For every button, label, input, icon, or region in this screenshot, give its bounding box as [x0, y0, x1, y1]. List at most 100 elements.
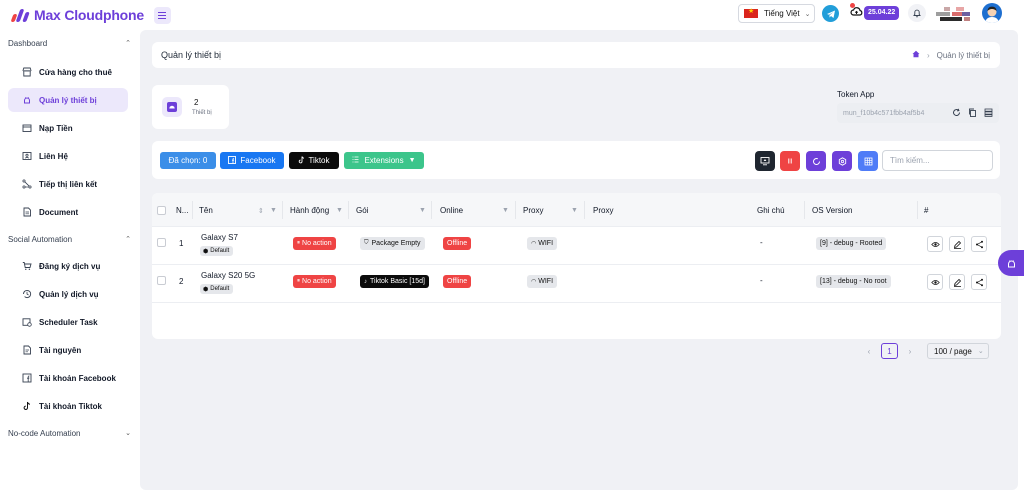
cloud-sync-icon[interactable] [850, 6, 863, 19]
select-all-checkbox[interactable] [157, 206, 166, 215]
col-proxy-type[interactable]: Proxy [523, 206, 543, 215]
sidebar-item-store[interactable]: Cửa hàng cho thuê [8, 60, 128, 84]
col-proxy[interactable]: Proxy [593, 206, 613, 215]
sidebar-item-affiliate[interactable]: Tiếp thị liên kết [8, 172, 128, 196]
edit-button[interactable] [949, 236, 965, 252]
group-tag-label: Default [210, 286, 230, 292]
grid-view-button[interactable] [858, 151, 878, 171]
facebook-button[interactable]: Facebook [220, 152, 284, 169]
sidebar-item-scheduler[interactable]: Scheduler Task [8, 310, 128, 334]
filter-icon[interactable]: ▼ [336, 207, 343, 214]
hamburger-icon [158, 14, 167, 16]
tiktok-icon: ♪ [364, 278, 367, 285]
edit-button[interactable] [949, 274, 965, 290]
sidebar-item-resources[interactable]: Tài nguyên [8, 338, 128, 362]
logo[interactable]: Max Cloudphone [10, 7, 144, 23]
selected-count-button[interactable]: Đã chọn: 0 [160, 152, 216, 169]
stop-button[interactable] [780, 151, 800, 171]
page-1-button[interactable]: 1 [881, 343, 898, 359]
action-status-label: No action [302, 240, 332, 247]
pencil-icon [953, 240, 961, 249]
sidebar-item-register-service[interactable]: Đăng ký dịch vụ [8, 254, 128, 278]
online-status-badge: Offline [443, 237, 472, 250]
page-header: Quản lý thiết bị › Quản lý thiết bị [152, 42, 1000, 68]
filter-icon[interactable]: ▼ [502, 207, 509, 214]
language-select[interactable]: Tiếng Việt ⌄ [738, 4, 815, 23]
col-package[interactable]: Gói [356, 206, 368, 215]
sidebar-item-topup[interactable]: Nạp Tiền [8, 116, 128, 140]
view-button[interactable] [927, 274, 943, 290]
floating-device-button[interactable] [998, 250, 1024, 276]
telegram-button[interactable] [822, 5, 839, 22]
online-status-label: Offline [447, 278, 468, 285]
os-version-badge: [13] - debug - No root [816, 275, 891, 288]
tiktok-button[interactable]: Tiktok [289, 152, 339, 169]
chevron-down-icon: ⌄ [804, 10, 811, 18]
filter-icon[interactable]: ▼ [270, 207, 277, 214]
wifi-icon: ◠ [531, 241, 537, 247]
row-checkbox[interactable] [157, 276, 166, 285]
main-content: Quản lý thiết bị › Quản lý thiết bị 2 Th… [140, 30, 1018, 490]
copy-icon[interactable] [968, 108, 977, 119]
chevron-up-icon: ⌃ [125, 236, 131, 243]
device-name[interactable]: Galaxy S7 [201, 233, 238, 242]
sidebar-item-manage-service[interactable]: Quản lý dịch vụ [8, 282, 128, 306]
page-title: Quản lý thiết bị [161, 50, 222, 60]
facebook-icon [22, 373, 32, 383]
col-online[interactable]: Online [440, 206, 463, 215]
filter-icon[interactable]: ▼ [419, 207, 426, 214]
user-identicon[interactable] [936, 7, 972, 21]
sidebar-item-facebook-accounts[interactable]: Tài khoản Facebook [8, 366, 128, 390]
sort-icon[interactable]: ⇕ [258, 207, 264, 215]
view-button[interactable] [927, 236, 943, 252]
table-row[interactable]: 1 Galaxy S7 ⬢ Default ⏸ No action ⛉ Pack… [152, 227, 1001, 265]
prev-page-button[interactable]: ‹ [862, 343, 876, 359]
share-button[interactable] [971, 236, 987, 252]
settings-button[interactable] [832, 151, 852, 171]
search-input[interactable] [882, 150, 993, 171]
reload-button[interactable] [806, 151, 826, 171]
col-no[interactable]: N... [176, 206, 188, 215]
sidebar-item-contact[interactable]: Liên Hệ [8, 144, 128, 168]
refresh-icon[interactable] [952, 108, 961, 119]
col-actions: # [924, 206, 929, 215]
share-button[interactable] [971, 274, 987, 290]
table-row[interactable]: 2 Galaxy S20 5G ⬢ Default ⏸ No action ♪ … [152, 265, 1001, 303]
device-name[interactable]: Galaxy S20 5G [201, 271, 255, 280]
wallet-icon [22, 123, 32, 133]
row-checkbox[interactable] [157, 238, 166, 247]
proxy-label: WIFI [538, 278, 554, 285]
os-version-label: [13] - debug - No root [820, 278, 887, 285]
filter-icon[interactable]: ▼ [571, 207, 578, 214]
home-icon[interactable] [912, 50, 920, 60]
chevron-down-icon: ⌄ [125, 430, 131, 437]
avatar[interactable] [982, 3, 1002, 23]
next-page-button[interactable]: › [903, 343, 917, 359]
col-os-version[interactable]: OS Version [812, 206, 852, 215]
screen-mirror-button[interactable] [755, 151, 775, 171]
cart-icon [22, 261, 32, 271]
menu-toggle-button[interactable] [153, 6, 171, 24]
chevron-right-icon: › [926, 50, 930, 60]
sidebar-item-document[interactable]: Document [8, 200, 128, 224]
breadcrumb-current: Quản lý thiết bị [936, 50, 990, 60]
sidebar-item-tiktok-accounts[interactable]: Tài khoản Tiktok [8, 394, 128, 418]
sidebar-item-devices[interactable]: Quản lý thiết bị [8, 88, 128, 112]
col-action[interactable]: Hành động [290, 206, 329, 215]
token-value: mun_f10b4c571fbb4af5b4 [843, 109, 925, 117]
col-note[interactable]: Ghi chú [757, 206, 785, 215]
col-name[interactable]: Tên [199, 206, 213, 215]
monitor-icon [760, 157, 770, 166]
page-size-label: 100 / page [934, 346, 972, 356]
notifications-button[interactable] [908, 4, 926, 22]
extensions-dropdown[interactable]: Extensions ▼ [344, 152, 424, 169]
token-field[interactable]: mun_f10b4c571fbb4af5b4 [837, 103, 999, 123]
section-social-automation[interactable]: Social Automation ⌃ [0, 232, 140, 246]
page-size-select[interactable]: 100 / page ⌄ [927, 343, 989, 359]
section-no-code-automation[interactable]: No-code Automation ⌄ [0, 426, 140, 440]
note-value: - [760, 276, 763, 285]
server-icon[interactable] [984, 108, 993, 119]
section-dashboard[interactable]: Dashboard ⌃ [0, 36, 140, 50]
sidebar-item-label: Đăng ký dịch vụ [39, 261, 101, 271]
toolbar: Đã chọn: 0 Facebook Tiktok Extensions ▼ [152, 141, 1000, 179]
